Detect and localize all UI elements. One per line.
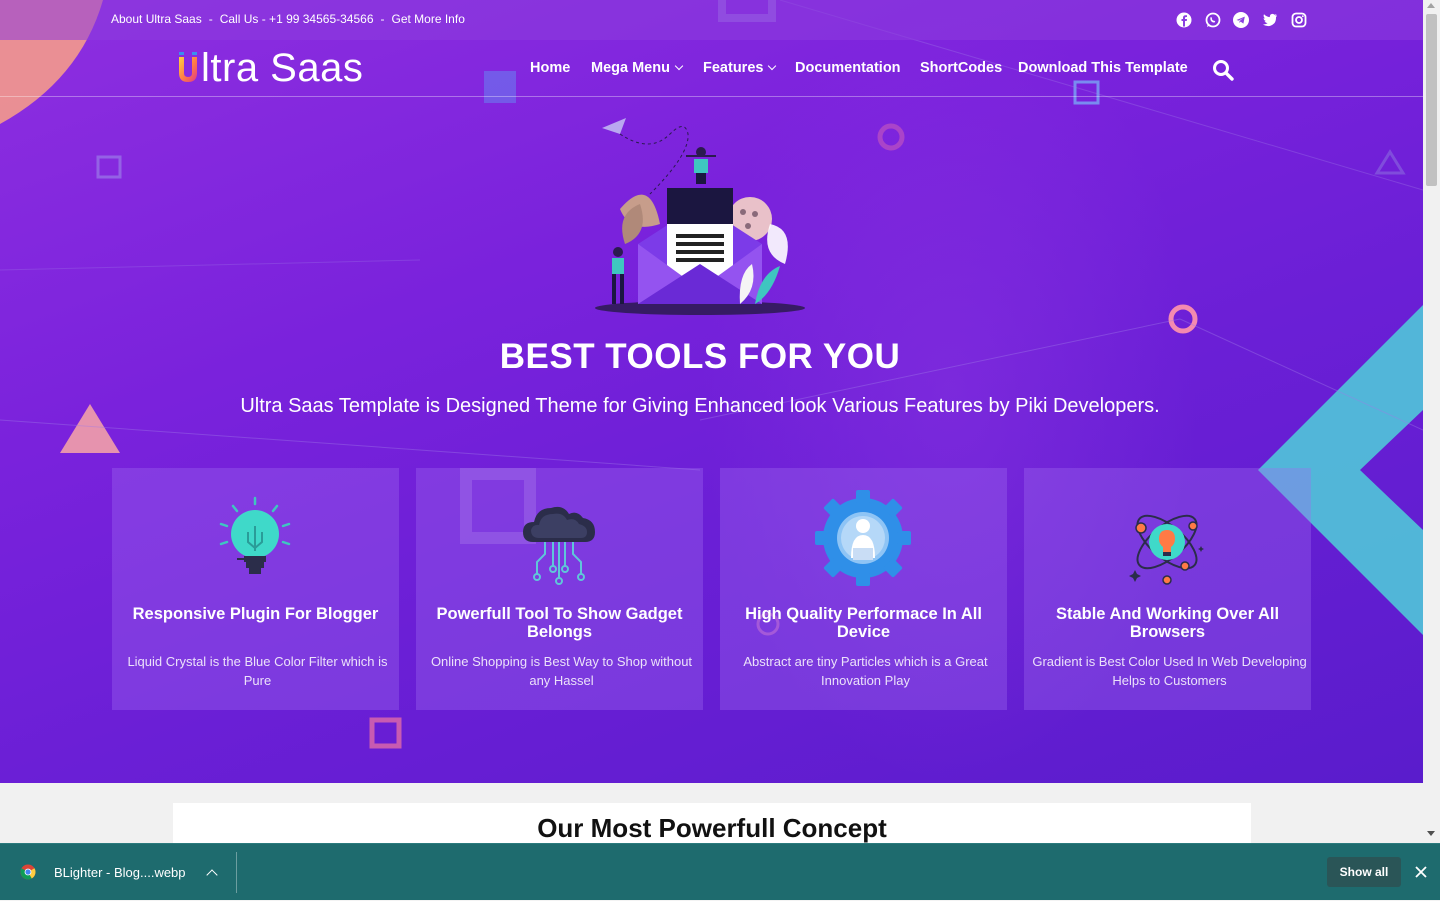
nav-item-shortcodes[interactable]: ShortCodes [920, 60, 1002, 76]
topbar-link-info[interactable]: Get More Info [392, 12, 465, 26]
feature-card-3[interactable]: High Quality Performace In All Device Ab… [720, 468, 1007, 710]
feature-card-title: Powerfull Tool To Show Gadget Belongs [436, 605, 683, 641]
logo-text: ltra Saas [201, 45, 364, 90]
download-item[interactable]: BLighter - Blog....webp [0, 844, 236, 901]
triangle-shape [1374, 149, 1406, 175]
feature-card-1[interactable]: Responsive Plugin For Blogger Liquid Cry… [112, 468, 399, 710]
nav-item-label: Download This Template [1018, 60, 1188, 76]
gear-user-icon [815, 490, 911, 586]
feature-card-4[interactable]: Stable And Working Over All Browsers Gra… [1024, 468, 1311, 710]
ring-shape [1168, 304, 1198, 334]
show-all-button[interactable]: Show all [1327, 857, 1401, 887]
topbar-link-call[interactable]: Call Us - +1 99 34565-34566 [220, 12, 374, 26]
concept-section: Our Most Powerfull Concept [173, 803, 1251, 843]
nav-item-mega-menu[interactable]: Mega Menu [591, 60, 684, 76]
scroll-up-arrow-icon[interactable] [1427, 3, 1435, 8]
close-icon[interactable] [1414, 865, 1428, 879]
nav-item-home[interactable]: Home [530, 60, 570, 76]
nav-item-label: Home [530, 60, 571, 76]
chevron-down-icon [674, 61, 684, 71]
nav-item-documentation[interactable]: Documentation [795, 60, 901, 76]
nav-item-features[interactable]: Features [703, 60, 777, 76]
chevron-up-icon[interactable] [206, 869, 218, 881]
logo-u-icon [179, 52, 197, 82]
scroll-down-arrow-icon[interactable] [1427, 831, 1435, 836]
network-line [0, 259, 421, 271]
nav-item-label: ShortCodes [920, 60, 1003, 76]
feature-card-title: High Quality Performace In All Device [745, 605, 982, 641]
telegram-icon[interactable] [1232, 11, 1250, 29]
lightbulb-icon [219, 496, 291, 574]
ring-shape [877, 123, 905, 151]
download-file-name: BLighter - Blog....webp [54, 865, 186, 880]
concept-title: Our Most Powerfull Concept [537, 813, 887, 843]
whatsapp-icon[interactable] [1204, 11, 1222, 29]
hero-title: BEST TOOLS FOR YOU [499, 337, 901, 376]
cloud-network-icon [523, 506, 595, 585]
topbar-separator: - [380, 12, 385, 26]
feature-card-2[interactable]: Powerfull Tool To Show Gadget Belongs On… [416, 468, 703, 710]
atom-bulb-icon [1129, 514, 1204, 585]
top-bar: About Ultra Saas - Call Us - +1 99 34565-3… [0, 0, 1423, 40]
square-shape [96, 155, 122, 179]
feature-card-desc: Liquid Crystal is the Blue Color Filter … [127, 654, 388, 688]
scrollbar-thumb[interactable] [1426, 14, 1437, 186]
browser-viewport: About Ultra Saas - Call Us - +1 99 34565-3… [0, 0, 1423, 843]
nav-item-label: Mega Menu [591, 60, 670, 76]
page-scrollbar[interactable] [1423, 0, 1440, 843]
feature-card-desc: Gradient is Best Color Used In Web Devel… [1032, 654, 1307, 688]
search-icon[interactable] [1212, 59, 1234, 81]
nav-item-label: Documentation [795, 60, 901, 76]
topbar-links: About Ultra Saas - Call Us - +1 99 34565-3… [111, 12, 465, 26]
feature-card-desc: Online Shopping is Best Way to Shop with… [430, 654, 693, 688]
nav-item-label: Features [703, 60, 764, 76]
topbar-separator: - [208, 12, 213, 26]
twitter-icon[interactable] [1261, 11, 1279, 29]
square-shape [369, 717, 402, 749]
facebook-icon[interactable] [1175, 11, 1193, 29]
hero-section: About Ultra Saas - Call Us - +1 99 34565-3… [0, 0, 1423, 783]
site-logo[interactable]: ltra Saas [176, 46, 363, 90]
download-bar: BLighter - Blog....webp Show all [0, 843, 1440, 900]
chevron-down-icon [768, 61, 777, 71]
envelope-illustration [595, 118, 805, 315]
feature-card-title: Stable And Working Over All Browsers [1055, 605, 1280, 641]
nav-item-download-template[interactable]: Download This Template [1018, 60, 1188, 76]
instagram-icon[interactable] [1290, 11, 1308, 29]
feature-card-title: Responsive Plugin For Blogger [132, 605, 379, 623]
main-navbar: ltra Saas Home Mega Menu Features Docume… [0, 40, 1423, 97]
hero-subtitle: Ultra Saas Template is Designed Theme fo… [240, 395, 1160, 417]
chrome-file-icon [20, 864, 36, 880]
topbar-link-about[interactable]: About Ultra Saas [111, 12, 202, 26]
feature-card-desc: Abstract are tiny Particles which is a G… [743, 654, 988, 688]
download-divider [236, 852, 237, 893]
